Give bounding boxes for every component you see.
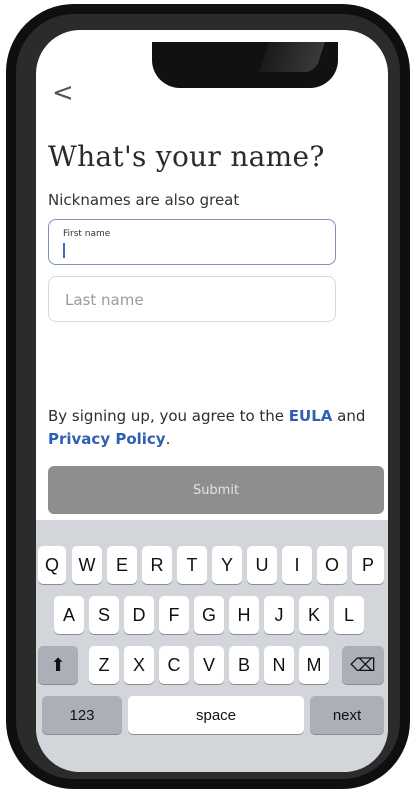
key-e[interactable]: E (107, 546, 137, 584)
key-m[interactable]: M (299, 646, 329, 684)
notch-glare (259, 42, 325, 72)
next-key[interactable]: next (310, 696, 384, 734)
eula-link[interactable]: EULA (289, 407, 333, 425)
screen: < What's your name? Nicknames are also g… (36, 30, 388, 772)
shift-key[interactable]: ⬆ (38, 646, 78, 684)
key-a[interactable]: A (54, 596, 84, 634)
key-s[interactable]: S (89, 596, 119, 634)
back-button[interactable]: < (52, 80, 74, 106)
last-name-placeholder: Last name (65, 291, 144, 309)
key-f[interactable]: F (159, 596, 189, 634)
key-p[interactable]: P (352, 546, 384, 584)
key-q[interactable]: Q (38, 546, 66, 584)
first-name-field[interactable]: First name (48, 219, 336, 265)
legal-and: and (332, 407, 366, 425)
key-v[interactable]: V (194, 646, 224, 684)
first-name-label: First name (63, 229, 111, 239)
backspace-key[interactable]: ⌫ (342, 646, 384, 684)
numbers-key[interactable]: 123 (42, 696, 122, 734)
key-d[interactable]: D (124, 596, 154, 634)
privacy-policy-link[interactable]: Privacy Policy (48, 430, 166, 448)
key-z[interactable]: Z (89, 646, 119, 684)
key-t[interactable]: T (177, 546, 207, 584)
key-i[interactable]: I (282, 546, 312, 584)
key-u[interactable]: U (247, 546, 277, 584)
legal-prefix: By signing up, you agree to the (48, 407, 289, 425)
legal-text: By signing up, you agree to the EULA and… (48, 405, 368, 451)
text-cursor (63, 243, 65, 258)
key-o[interactable]: O (317, 546, 347, 584)
page-title: What's your name? (48, 140, 325, 173)
keyboard: Q W E R T Y U I O P A S D F G H J K L ⬆ … (36, 520, 388, 772)
last-name-field[interactable]: Last name (48, 276, 336, 322)
space-key[interactable]: space (128, 696, 304, 734)
shift-icon: ⬆ (50, 654, 66, 675)
key-h[interactable]: H (229, 596, 259, 634)
key-w[interactable]: W (72, 546, 102, 584)
key-x[interactable]: X (124, 646, 154, 684)
key-j[interactable]: J (264, 596, 294, 634)
key-n[interactable]: N (264, 646, 294, 684)
backspace-icon: ⌫ (350, 654, 376, 675)
page-subtitle: Nicknames are also great (48, 191, 240, 209)
legal-suffix: . (165, 430, 171, 448)
key-k[interactable]: K (299, 596, 329, 634)
key-y[interactable]: Y (212, 546, 242, 584)
key-r[interactable]: R (142, 546, 172, 584)
submit-button[interactable]: Submit (48, 466, 384, 514)
key-c[interactable]: C (159, 646, 189, 684)
key-g[interactable]: G (194, 596, 224, 634)
notch (152, 42, 338, 88)
key-b[interactable]: B (229, 646, 259, 684)
key-l[interactable]: L (334, 596, 364, 634)
